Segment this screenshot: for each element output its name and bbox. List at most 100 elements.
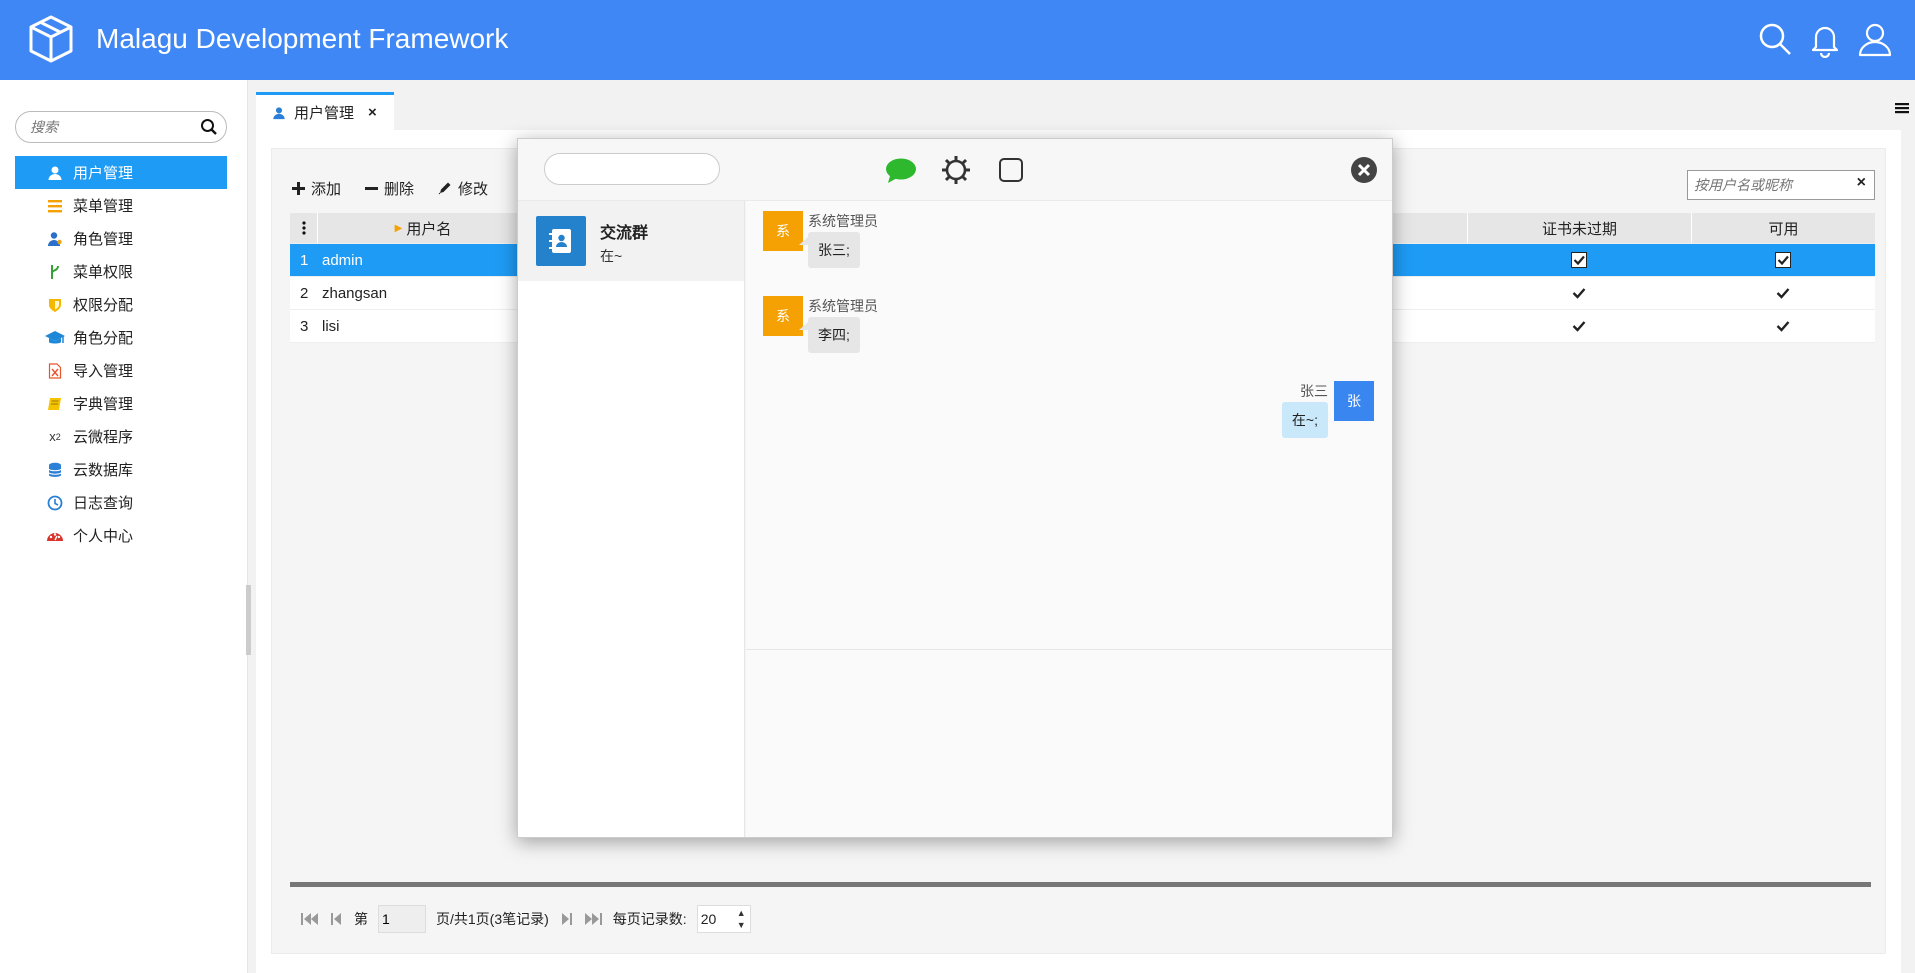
- minus-icon: [365, 186, 379, 190]
- sidebar-item-role-management[interactable]: 角色管理: [15, 222, 227, 255]
- column-header-username[interactable]: ▶ 用户名: [318, 213, 528, 243]
- maximize-icon[interactable]: [998, 157, 1024, 183]
- prev-page-icon[interactable]: [330, 911, 344, 927]
- column-header-enabled[interactable]: 可用: [1691, 213, 1875, 243]
- shield-icon: [45, 295, 65, 315]
- horizontal-scrollbar[interactable]: [290, 882, 1871, 887]
- sidebar-item-label: 角色管理: [73, 231, 134, 248]
- message-bubble: 张三;: [808, 232, 860, 268]
- stepper-arrows-icon[interactable]: ▲ ▼: [737, 907, 746, 931]
- book-icon: [45, 394, 65, 414]
- sidebar-item-label: 日志查询: [73, 495, 134, 512]
- excel-file-icon: [45, 361, 65, 381]
- row-username: zhangsan: [322, 284, 388, 302]
- cert-valid-check-icon[interactable]: [1571, 277, 1587, 309]
- enabled-check-icon[interactable]: [1775, 277, 1791, 309]
- sidebar-item-label: 菜单权限: [73, 264, 134, 281]
- search-icon[interactable]: [1756, 20, 1794, 58]
- page-number-input[interactable]: [378, 905, 426, 933]
- role-icon: [45, 229, 65, 249]
- search-icon[interactable]: [200, 118, 218, 136]
- sidebar-item-label: 用户管理: [73, 165, 134, 182]
- column-header-label: 证书未过期: [1541, 220, 1617, 238]
- user-icon: [273, 106, 285, 119]
- chat-search-input[interactable]: [555, 160, 705, 177]
- sidebar-item-dictionary-management[interactable]: 字典管理: [15, 387, 227, 420]
- sidebar-item-label: 字典管理: [73, 396, 134, 413]
- avatar: 系: [763, 296, 803, 336]
- message-sender: 系统管理员: [808, 213, 878, 229]
- user-icon: [45, 163, 65, 183]
- user-icon[interactable]: [1856, 20, 1894, 58]
- avatar: 系: [763, 211, 803, 251]
- sidebar-item-menu-management[interactable]: 菜单管理: [15, 189, 227, 222]
- sidebar-item-label: 云数据库: [73, 462, 134, 479]
- bubble-tail: [799, 322, 808, 330]
- sidebar-item-label: 导入管理: [73, 363, 134, 380]
- toolbar: 添加 删除 修改: [292, 174, 488, 202]
- sidebar-menu: 用户管理 菜单管理 角色管理 菜单权限 权限分配 角色分配 导入管理 字典管理: [15, 156, 227, 552]
- graduation-cap-icon: [45, 328, 65, 348]
- sidebar-item-label: 角色分配: [73, 330, 134, 347]
- superscript-icon: x2: [49, 429, 61, 444]
- sidebar-item-role-assign[interactable]: 角色分配: [15, 321, 227, 354]
- dashboard-icon: [45, 526, 65, 546]
- sidebar-item-import-management[interactable]: 导入管理: [15, 354, 227, 387]
- add-button[interactable]: 添加: [292, 178, 341, 199]
- sidebar-resize-handle[interactable]: [246, 585, 251, 655]
- app-header: Malagu Development Framework: [0, 0, 1915, 80]
- chat-bubble-icon[interactable]: [884, 157, 918, 185]
- page-size-stepper[interactable]: 20 ▲ ▼: [696, 905, 751, 933]
- column-header-cert-valid[interactable]: 证书未过期: [1467, 213, 1691, 243]
- sidebar-item-log-query[interactable]: 日志查询: [15, 486, 227, 519]
- sidebar-search-input[interactable]: [28, 117, 188, 137]
- sidebar-item-menu-permission[interactable]: 菜单权限: [15, 255, 227, 288]
- row-index: 3: [300, 317, 309, 335]
- sidebar-item-label: 个人中心: [73, 528, 134, 545]
- chat-search: [544, 153, 720, 185]
- chat-dialog: 交流群 在~ 系 系统管理员 张三; 系 系统管理员 李四; 张 张三 在~;: [517, 138, 1393, 838]
- bell-icon[interactable]: [1806, 20, 1844, 58]
- next-page-icon[interactable]: [559, 911, 573, 927]
- branch-icon: [45, 262, 65, 282]
- tab-close-icon[interactable]: ×: [368, 104, 377, 121]
- tab-bar: 用户管理 ×: [256, 92, 1915, 130]
- address-book-icon: [549, 229, 571, 253]
- column-header-label: 可用: [1768, 220, 1799, 238]
- chat-input-area[interactable]: [746, 649, 1392, 837]
- close-icon[interactable]: [1350, 156, 1378, 184]
- cert-valid-check-icon[interactable]: [1571, 310, 1587, 342]
- sort-asc-icon: ▶: [394, 222, 403, 234]
- sidebar-item-label: 权限分配: [73, 297, 134, 314]
- contact-item-group[interactable]: 交流群 在~: [518, 201, 744, 281]
- sidebar-item-label: 云微程序: [73, 429, 134, 446]
- sidebar-item-permission-assign[interactable]: 权限分配: [15, 288, 227, 321]
- column-options-icon[interactable]: [290, 213, 318, 243]
- clear-search-icon[interactable]: ×: [1857, 174, 1866, 192]
- contact-name: 交流群: [600, 225, 649, 242]
- message-sender: 系统管理员: [808, 298, 878, 314]
- sidebar-item-cloud-database[interactable]: 云数据库: [15, 453, 227, 486]
- sidebar-item-cloud-microapp[interactable]: x2 云微程序: [15, 420, 227, 453]
- page-size-value: 20: [700, 911, 717, 927]
- enabled-check-icon[interactable]: [1775, 310, 1791, 342]
- last-page-icon[interactable]: [583, 911, 603, 927]
- page-prefix: 第: [354, 911, 368, 927]
- gear-icon[interactable]: [940, 154, 972, 186]
- tab-user-management[interactable]: 用户管理 ×: [256, 92, 394, 130]
- edit-button[interactable]: 修改: [438, 178, 488, 199]
- sidebar-item-personal-center[interactable]: 个人中心: [15, 519, 227, 552]
- sidebar-item-user-management[interactable]: 用户管理: [15, 156, 227, 189]
- user-search-input[interactable]: [1692, 176, 1852, 194]
- hamburger-menu-icon[interactable]: [1893, 100, 1911, 116]
- avatar: 张: [1334, 381, 1374, 421]
- chat-contact-list: 交流群 在~: [518, 201, 745, 837]
- list-icon: [45, 196, 65, 216]
- enabled-checkbox[interactable]: [1775, 244, 1791, 276]
- delete-button[interactable]: 删除: [365, 178, 414, 199]
- page-summary: 页/共1页(3笔记录): [436, 911, 549, 927]
- sidebar-item-label: 菜单管理: [73, 198, 134, 215]
- first-page-icon[interactable]: [300, 911, 320, 927]
- plus-icon: [292, 181, 305, 195]
- cert-valid-checkbox[interactable]: [1571, 244, 1587, 276]
